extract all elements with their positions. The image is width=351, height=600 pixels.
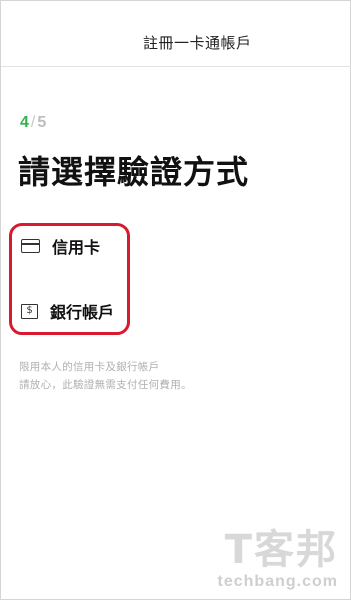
watermark-logo: T客邦 xyxy=(224,527,338,573)
app-header: 註冊一卡通帳戶 xyxy=(1,1,351,67)
option-credit-card-label: 信用卡 xyxy=(52,238,101,257)
step-current: 4 xyxy=(20,114,29,131)
info-note-2: 請放心，此驗證無需支付任何費用。 xyxy=(19,379,192,391)
credit-card-icon xyxy=(21,239,40,253)
option-bank-account-label: 銀行帳戶 xyxy=(50,303,115,322)
watermark-text: techbang.com xyxy=(217,573,338,590)
header-title: 註冊一卡通帳戶 xyxy=(143,34,252,52)
option-bank-account[interactable]: $ 銀行帳戶 xyxy=(21,299,114,323)
bank-dollar-icon: $ xyxy=(21,303,38,319)
page-title: 請選擇驗證方式 xyxy=(18,153,250,191)
option-credit-card[interactable]: 信用卡 xyxy=(21,234,100,258)
screen-frame: 註冊一卡通帳戶 4/5 請選擇驗證方式 信用卡 $ 銀行帳戶 限用本人的信用卡及… xyxy=(0,0,351,600)
verification-options-highlight: 信用卡 $ 銀行帳戶 xyxy=(9,223,130,335)
info-note-1: 限用本人的信用卡及銀行帳戶 xyxy=(19,361,160,373)
watermark: T客邦 techbang.com xyxy=(192,517,342,593)
step-total: 5 xyxy=(37,114,47,131)
step-indicator: 4/5 xyxy=(20,114,46,132)
step-separator: / xyxy=(30,114,36,131)
